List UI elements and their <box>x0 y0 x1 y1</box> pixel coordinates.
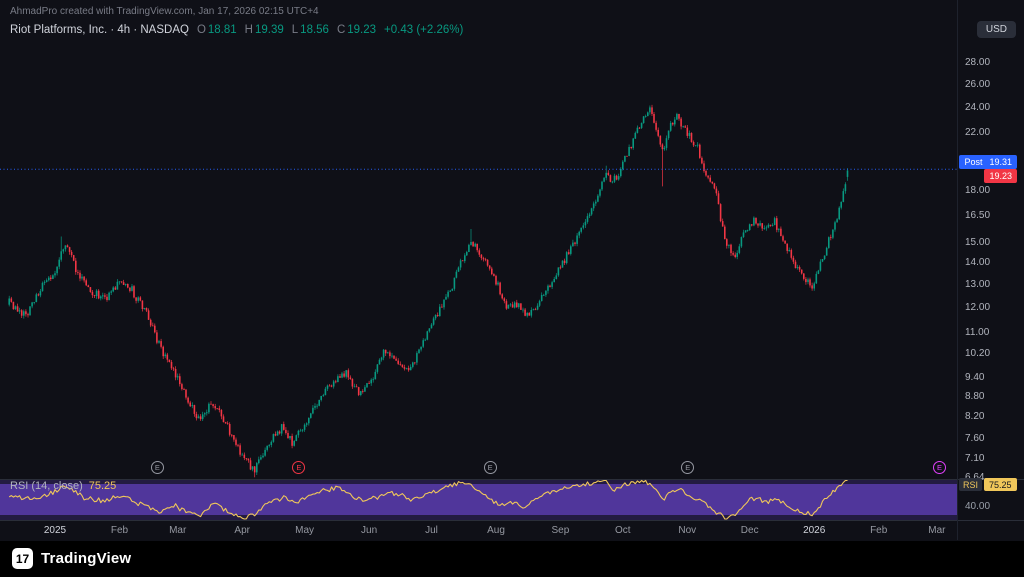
rsi-axis-badges: RSI 75.25 <box>959 478 1017 491</box>
post-label: Post <box>964 157 982 167</box>
rsi-axis-value-badge: 75.25 <box>984 478 1017 491</box>
rsi-panel-underlay <box>0 0 1024 540</box>
earnings-marker-icon[interactable]: E <box>933 461 946 474</box>
rsi-indicator-title: RSI (14, close) <box>10 480 83 492</box>
ohlc-low: L18.56 <box>292 24 329 36</box>
time-tick-label: May <box>295 525 314 536</box>
candles-layer[interactable] <box>8 105 848 477</box>
price-tick-label: 8.80 <box>965 391 984 402</box>
chart-canvas[interactable] <box>0 0 1024 577</box>
price-tick-label: 10.20 <box>965 348 990 359</box>
time-tick-label: Dec <box>741 525 759 536</box>
price-tick-label: 16.50 <box>965 210 990 221</box>
ohlc-high-label: H <box>245 24 253 36</box>
ohlc-high-value: 19.39 <box>255 24 284 36</box>
tradingview-wordmark: TradingView <box>41 550 131 567</box>
price-tick-label: 12.00 <box>965 302 990 313</box>
time-tick-label: Feb <box>870 525 887 536</box>
ohlc-high: H19.39 <box>245 24 284 36</box>
price-tick-label: 24.00 <box>965 102 990 113</box>
price-axis[interactable]: 28.00 26.00 24.00 22.00 18.00 16.50 15.00 14.00… <box>958 0 1024 540</box>
earnings-marker-icon[interactable]: E <box>484 461 497 474</box>
rsi-indicator-legend[interactable]: RSI (14, close) 75.25 <box>10 480 116 492</box>
price-tick-label: 18.00 <box>965 185 990 196</box>
time-tick-label: Apr <box>234 525 250 536</box>
symbol-legend[interactable]: Riot Platforms, Inc. · 4h · NASDAQ O18.8… <box>10 24 463 36</box>
time-tick-label: Aug <box>487 525 505 536</box>
rsi-level-label: 40.00 <box>965 501 990 512</box>
ohlc-open: O18.81 <box>197 24 237 36</box>
earnings-marker-icon[interactable]: E <box>151 461 164 474</box>
time-tick-label: 2026 <box>803 525 825 536</box>
ohlc-low-label: L <box>292 24 298 36</box>
time-axis[interactable]: 2025 Feb Mar Apr May Jun Jul Aug Sep Oct Nov Dec 202… <box>0 522 956 540</box>
price-tick-label: 28.00 <box>965 57 990 68</box>
time-tick-label: Nov <box>678 525 696 536</box>
ohlc-open-label: O <box>197 24 206 36</box>
last-price-badge: 19.23 <box>984 169 1017 183</box>
time-tick-label: Jul <box>425 525 438 536</box>
tradingview-logo[interactable]: 17 TradingView <box>12 548 131 569</box>
post-market-price-badge: Post 19.31 <box>959 155 1017 169</box>
time-tick-label: Mar <box>928 525 945 536</box>
price-tick-label: 9.40 <box>965 372 984 383</box>
ohlc-low-value: 18.56 <box>300 24 329 36</box>
ohlc-close-value: 19.23 <box>347 24 376 36</box>
price-change: +0.43 (+2.26%) <box>384 24 463 36</box>
price-tick-label: 11.00 <box>965 327 989 338</box>
time-tick-label: Mar <box>169 525 186 536</box>
ohlc-close: C19.23 <box>337 24 376 36</box>
price-tick-label: 7.60 <box>965 433 984 444</box>
time-tick-label: Feb <box>111 525 128 536</box>
footer-bar: 17 TradingView <box>0 541 1024 577</box>
price-tick-label: 26.00 <box>965 79 990 90</box>
price-tick-label: 8.20 <box>965 411 984 422</box>
attribution-text: AhmadPro created with TradingView.com, J… <box>10 6 319 17</box>
ohlc-close-label: C <box>337 24 345 36</box>
time-tick-label: 2025 <box>44 525 66 536</box>
symbol-title[interactable]: Riot Platforms, Inc. · 4h · NASDAQ <box>10 24 189 36</box>
rsi-indicator-value: 75.25 <box>89 480 117 492</box>
price-tick-label: 14.00 <box>965 257 990 268</box>
time-tick-label: Oct <box>615 525 631 536</box>
rsi-axis-label-badge: RSI <box>959 478 982 491</box>
time-tick-label: Jun <box>361 525 377 536</box>
price-tick-label: 22.00 <box>965 127 990 138</box>
time-tick-label: Sep <box>551 525 569 536</box>
price-tick-label: 15.00 <box>965 237 990 248</box>
price-tick-label: 7.10 <box>965 453 984 464</box>
post-price-value: 19.31 <box>989 157 1012 167</box>
price-tick-label: 13.00 <box>965 279 990 290</box>
tradingview-logo-icon: 17 <box>12 548 33 569</box>
ohlc-open-value: 18.81 <box>208 24 237 36</box>
tradingview-chart-window: AhmadPro created with TradingView.com, J… <box>0 0 1024 577</box>
